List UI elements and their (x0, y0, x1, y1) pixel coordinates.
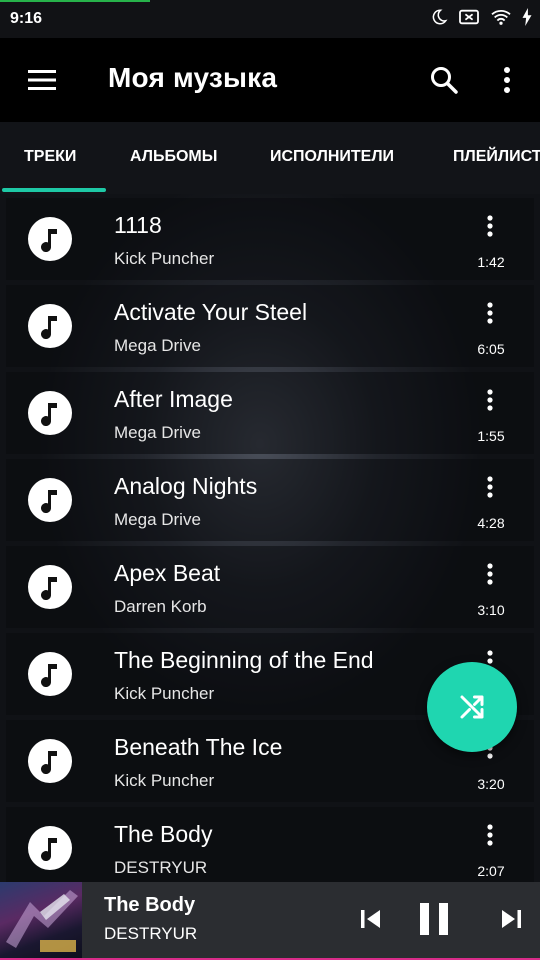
track-artist: DESTRYUR (114, 858, 208, 877)
track-title: The Beginning of the End (114, 647, 374, 673)
search-icon[interactable] (428, 64, 460, 96)
track-more-icon[interactable] (480, 386, 500, 414)
track-duration: 3:20 (477, 776, 505, 792)
wifi-icon (491, 10, 511, 25)
track-title: The Body (114, 821, 213, 847)
track-title: Activate Your Steel (114, 299, 308, 325)
track-duration: 4:28 (477, 515, 505, 531)
status-progress-line (0, 0, 150, 2)
track-row[interactable]: Analog Nights Mega Drive 4:28 (6, 459, 534, 541)
track-duration: 1:55 (477, 428, 505, 444)
album-cover[interactable] (0, 882, 82, 958)
track-row[interactable]: Activate Your Steel Mega Drive 6:05 (6, 285, 534, 367)
track-more-icon[interactable] (480, 299, 500, 327)
hamburger-menu-icon[interactable] (26, 66, 58, 94)
music-note-icon (28, 739, 72, 783)
track-title: Analog Nights (114, 473, 258, 499)
tab-tracks[interactable]: ТРЕКИ (24, 148, 76, 166)
track-title: Beneath The Ice (114, 734, 283, 760)
track-artist: Kick Puncher (114, 684, 215, 703)
page-title: Моя музыка (108, 62, 278, 93)
track-row[interactable]: 1118 Kick Puncher 1:42 (6, 198, 534, 280)
status-time: 9:16 (10, 10, 43, 27)
status-bar: 9:16 (0, 0, 540, 38)
skip-previous-icon[interactable] (358, 906, 384, 932)
track-row[interactable]: The Body DESTRYUR 2:07 (6, 807, 534, 882)
track-duration: 2:07 (477, 863, 505, 879)
tab-indicator (2, 188, 106, 192)
track-more-icon[interactable] (480, 473, 500, 501)
track-artist: Mega Drive (114, 510, 201, 529)
shuffle-icon (460, 695, 484, 719)
track-artist: Kick Puncher (114, 771, 215, 790)
track-artist: Mega Drive (114, 423, 201, 442)
track-row[interactable]: Apex Beat Darren Korb 3:10 (6, 546, 534, 628)
music-note-icon (28, 826, 72, 870)
charging-icon (522, 8, 532, 26)
track-duration: 1:42 (477, 254, 505, 270)
track-row[interactable]: After Image Mega Drive 1:55 (6, 372, 534, 454)
track-more-icon[interactable] (480, 212, 500, 240)
tab-albums[interactable]: АЛЬБОМЫ (130, 148, 217, 166)
now-playing-bar[interactable]: The Body DESTRYUR (0, 882, 540, 960)
music-note-icon (28, 391, 72, 435)
shuffle-button[interactable] (427, 662, 517, 752)
more-vertical-icon[interactable] (494, 64, 520, 96)
tab-artists[interactable]: ИСПОЛНИТЕЛИ (270, 148, 394, 166)
tab-bar: ТРЕКИ АЛЬБОМЫ ИСПОЛНИТЕЛИ ПЛЕЙЛИСТЫ (0, 122, 540, 194)
now-playing-title: The Body (104, 894, 196, 916)
now-playing-artist: DESTRYUR (104, 924, 198, 943)
tab-playlists[interactable]: ПЛЕЙЛИСТЫ (453, 148, 540, 166)
track-more-icon[interactable] (480, 560, 500, 588)
track-artist: Darren Korb (114, 597, 207, 616)
track-duration: 3:10 (477, 602, 505, 618)
music-note-icon (28, 478, 72, 522)
track-artist: Mega Drive (114, 336, 201, 355)
music-note-icon (28, 304, 72, 348)
moon-icon (432, 9, 448, 25)
track-more-icon[interactable] (480, 821, 500, 849)
music-note-icon (28, 652, 72, 696)
status-icons (430, 8, 532, 26)
music-note-icon (28, 217, 72, 261)
track-title: After Image (114, 386, 233, 412)
track-title: 1118 (114, 212, 162, 238)
track-title: Apex Beat (114, 560, 221, 586)
track-list: 1118 Kick Puncher 1:42 Activate Your Ste… (0, 194, 540, 882)
skip-next-icon[interactable] (498, 906, 524, 932)
music-note-icon (28, 565, 72, 609)
battery-saver-icon (459, 9, 479, 25)
track-duration: 6:05 (477, 341, 505, 357)
app-bar: Моя музыка (0, 38, 540, 122)
pause-icon[interactable] (417, 900, 451, 938)
track-artist: Kick Puncher (114, 249, 215, 268)
